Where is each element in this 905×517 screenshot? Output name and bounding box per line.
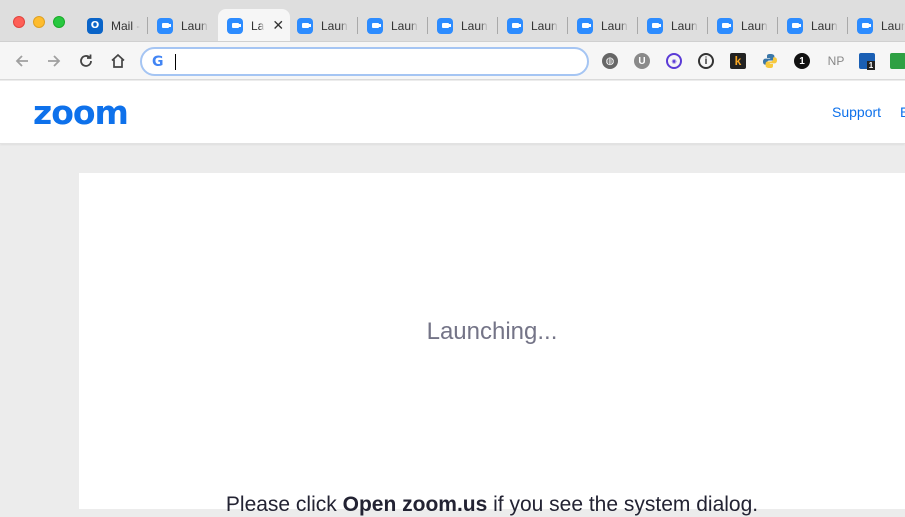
tab-label: La: [251, 18, 265, 33]
extension-badge-icon[interactable]: 1: [859, 53, 876, 70]
browser-toolbar: G ◍ U ◉ i k 1 NP 1: [0, 42, 905, 80]
extension-onepassword-icon[interactable]: 1: [794, 53, 810, 69]
zoom-logo[interactable]: zoom: [33, 93, 129, 132]
launching-status: Launching...: [426, 318, 558, 345]
instruction-text: Please click Open zoom.us if you see the…: [225, 493, 759, 516]
green-extension-icon[interactable]: [890, 53, 905, 69]
zoom-window-button[interactable]: [53, 16, 65, 28]
arrow-left-icon: [15, 55, 28, 67]
extension-circle-icon[interactable]: ◍: [602, 53, 618, 69]
zoom-icon: [437, 17, 453, 34]
python-icon[interactable]: [762, 53, 778, 69]
tab-launch[interactable]: Laun: [638, 9, 708, 41]
tab-launch[interactable]: Laun: [148, 9, 218, 41]
zoom-icon: [787, 17, 803, 34]
zoom-icon: [857, 17, 873, 34]
zoom-icon: [227, 17, 243, 34]
close-window-button[interactable]: [13, 16, 25, 28]
tab-mail[interactable]: O Mail -: [78, 9, 148, 41]
tab-launch[interactable]: Laun: [498, 9, 568, 41]
tab-label: Laun: [881, 18, 905, 33]
zoom-icon: [507, 17, 523, 34]
zoom-icon: [577, 17, 593, 34]
tab-label: Laun: [321, 18, 348, 33]
address-input[interactable]: [171, 53, 587, 70]
tab-label: Laun: [601, 18, 628, 33]
extension-k-icon[interactable]: k: [730, 53, 746, 69]
google-icon: G: [152, 53, 164, 70]
python-icon: [763, 54, 777, 68]
address-bar[interactable]: G: [140, 47, 589, 76]
tab-label: Laun: [811, 18, 838, 33]
open-zoom-label: Open zoom.us: [342, 493, 488, 516]
tab-strip: O Mail - Laun La ✕ Laun Laun Laun Laun L…: [0, 0, 905, 42]
home-button[interactable]: [107, 50, 129, 72]
tab-label: Laun: [531, 18, 558, 33]
tab-label: Mail -: [111, 18, 141, 33]
extension-u-icon[interactable]: U: [634, 53, 650, 69]
tab-launch[interactable]: Laun: [708, 9, 778, 41]
tab-label: Laun: [391, 18, 418, 33]
home-icon: [111, 53, 125, 68]
zoom-icon: [717, 17, 733, 34]
outlook-icon: O: [87, 17, 103, 34]
site-header: zoom Support E: [0, 81, 905, 144]
extension-target-icon[interactable]: ◉: [666, 53, 682, 69]
zoom-icon: [297, 17, 313, 34]
tab-launch[interactable]: Laun: [848, 9, 905, 41]
back-button[interactable]: [11, 50, 33, 72]
extension-info-icon[interactable]: i: [698, 53, 714, 69]
close-tab-icon[interactable]: ✕: [272, 17, 284, 34]
tab-launch[interactable]: Laun: [568, 9, 638, 41]
forward-button[interactable]: [43, 50, 65, 72]
minimize-window-button[interactable]: [33, 16, 45, 28]
zoom-icon: [157, 17, 173, 34]
tab-launch[interactable]: Laun: [778, 9, 848, 41]
zoom-icon: [367, 17, 383, 34]
tab-launch[interactable]: Laun: [428, 9, 498, 41]
tab-launch[interactable]: Laun: [288, 9, 358, 41]
tab-label: Laun: [181, 18, 208, 33]
support-link[interactable]: Support: [832, 104, 881, 120]
tab-launch[interactable]: Laun: [358, 9, 428, 41]
launch-card: Launching... Please click Open zoom.us i…: [79, 173, 905, 516]
nav-link-partial[interactable]: E: [900, 104, 905, 120]
reload-button[interactable]: [75, 50, 97, 72]
tab-label: Laun: [741, 18, 768, 33]
tab-launch-active[interactable]: La ✕: [218, 9, 290, 41]
arrow-right-icon: [48, 55, 61, 67]
tab-label: Laun: [671, 18, 698, 33]
reload-icon: [80, 54, 92, 67]
extension-np-icon[interactable]: NP: [826, 53, 846, 69]
tab-label: Laun: [461, 18, 488, 33]
zoom-icon: [647, 17, 663, 34]
